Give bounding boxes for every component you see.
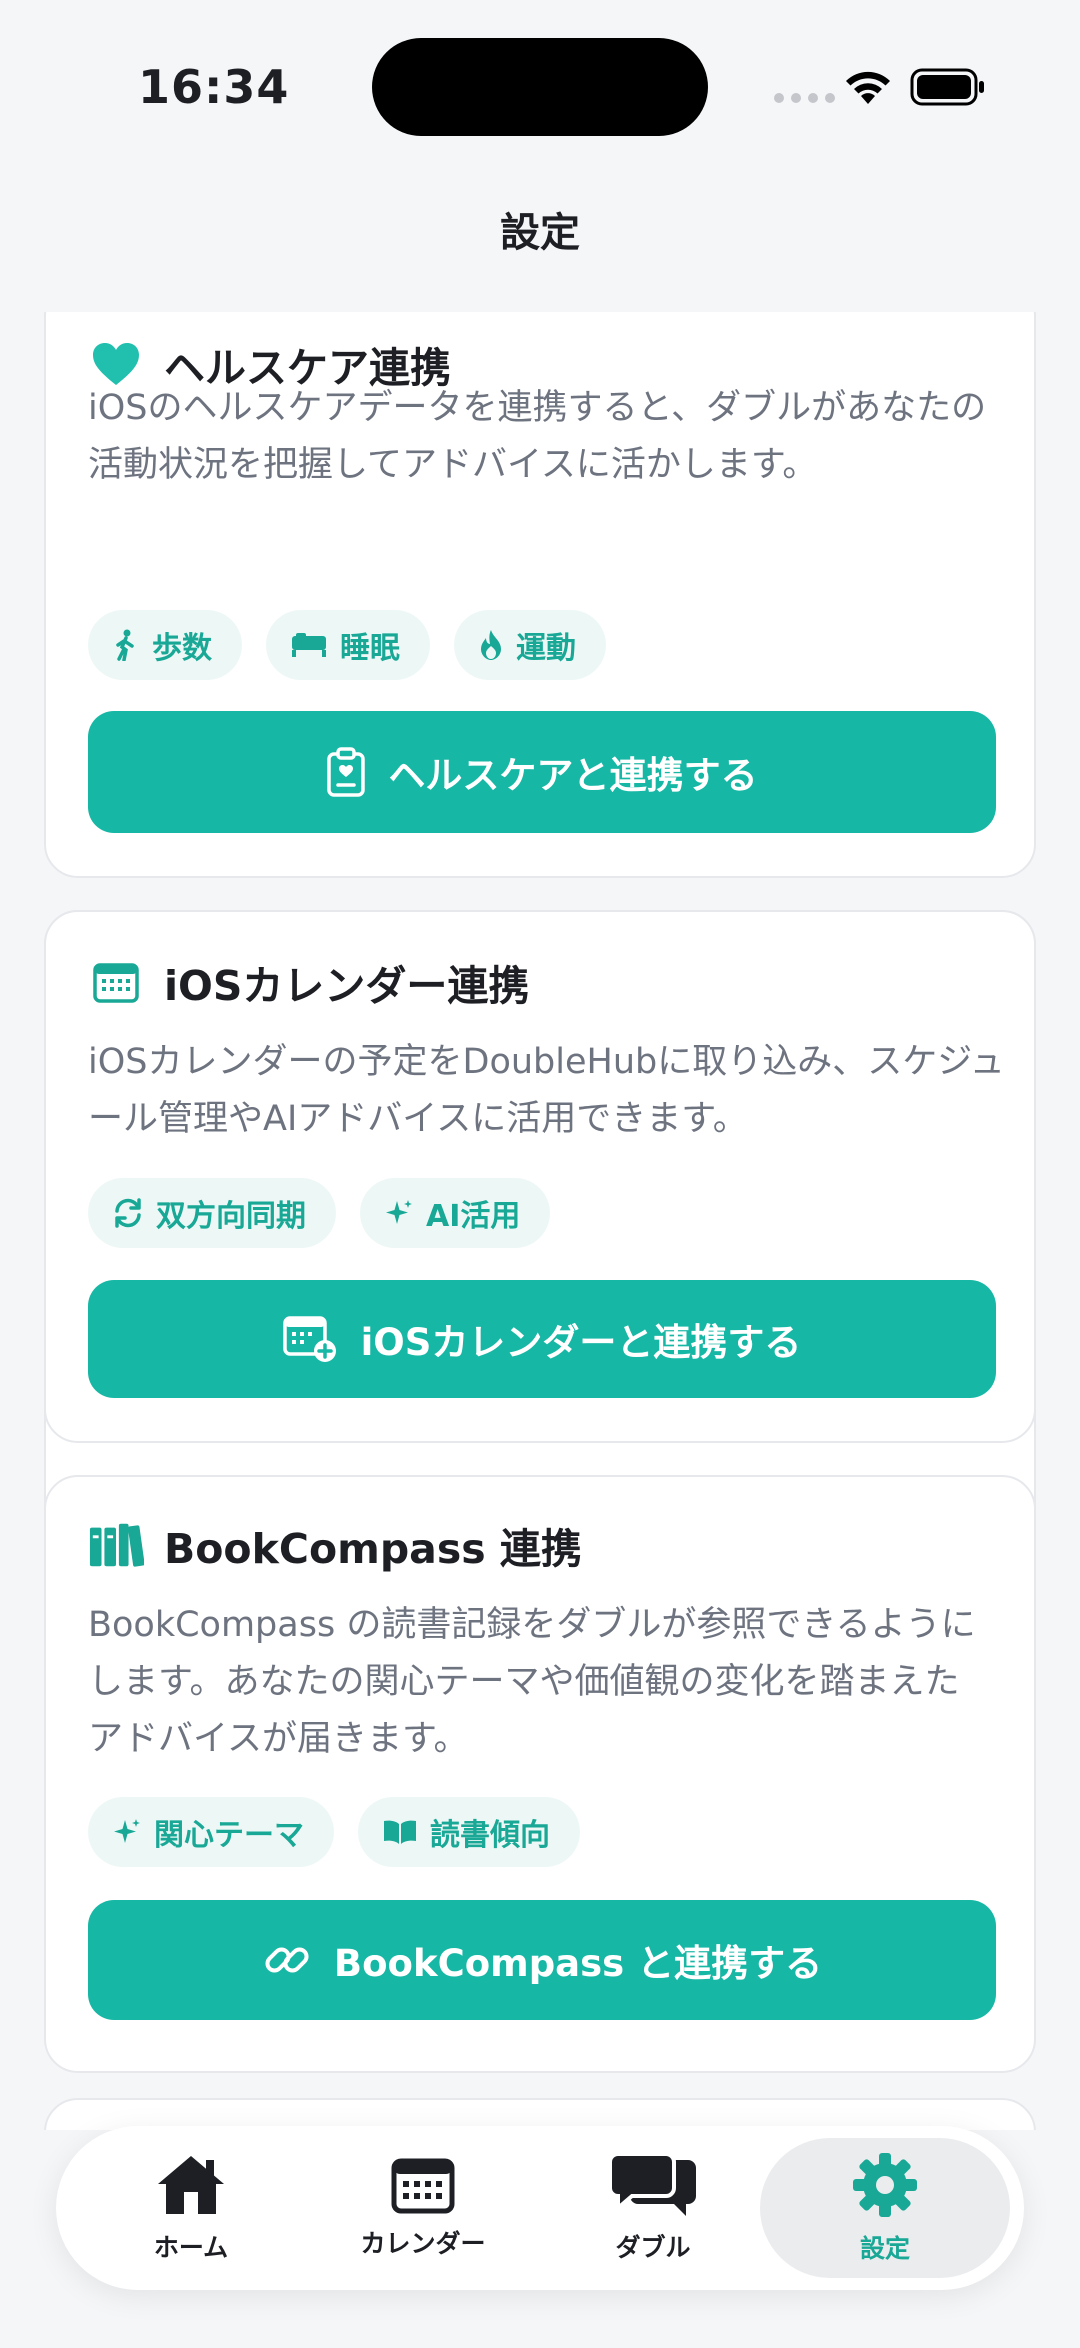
open-book-icon bbox=[384, 1820, 416, 1844]
card-description: iOSカレンダーの予定をDoubleHubに取り込み、スケジュール管理やAIアド… bbox=[88, 1042, 1005, 1139]
chip-reading-tendency: 読書傾向 bbox=[358, 1797, 580, 1867]
walking-icon bbox=[116, 629, 134, 661]
calendar-icon bbox=[88, 954, 144, 1010]
settings-scroll-area[interactable]: ヘルスケア連携 iOSのヘルスケアデータを連携すると、ダブルがあなたの活動状況を… bbox=[0, 312, 1080, 2130]
home-icon bbox=[158, 2156, 224, 2214]
chip-steps: 歩数 bbox=[88, 610, 242, 680]
bookcompass-integration-card: BookCompass 連携 BookCompass の読書記録をダブルが参照で… bbox=[44, 1475, 1036, 2073]
bottom-tab-bar: ホーム カレンダー ダブル 設定 bbox=[56, 2126, 1024, 2290]
battery-icon bbox=[910, 68, 984, 106]
card-title: iOSカレンダー連携 bbox=[164, 962, 530, 1010]
calendar-icon bbox=[391, 2158, 455, 2214]
tab-home[interactable]: ホーム bbox=[76, 2126, 306, 2290]
bed-icon bbox=[292, 633, 326, 657]
tab-calendar[interactable]: カレンダー bbox=[308, 2126, 538, 2290]
calendar-add-icon bbox=[282, 1316, 336, 1362]
health-integration-card: ヘルスケア連携 iOSのヘルスケアデータを連携すると、ダブルがあなたの活動状況を… bbox=[44, 312, 1036, 878]
connect-healthcare-button[interactable]: ヘルスケアと連携する bbox=[88, 711, 996, 833]
connect-bookcompass-button[interactable]: BookCompass と連携する bbox=[88, 1900, 996, 2020]
chat-bubbles-icon bbox=[608, 2152, 696, 2216]
chip-two-way-sync: 双方向同期 bbox=[88, 1178, 336, 1248]
status-bar: 16:34 bbox=[0, 0, 1080, 175]
chip-exercise: 運動 bbox=[454, 610, 606, 680]
status-time: 16:34 bbox=[138, 60, 290, 114]
card-description: iOSのヘルスケアデータを連携すると、ダブルがあなたの活動状況を把握してアドバイ… bbox=[88, 388, 987, 485]
dynamic-island bbox=[372, 38, 708, 136]
ios-calendar-integration-card-content: iOSカレンダー連携 iOSカレンダーの予定をDoubleHubに取り込み、スケ… bbox=[44, 910, 1036, 1443]
flame-icon bbox=[481, 630, 501, 660]
tab-double[interactable]: ダブル bbox=[538, 2126, 768, 2290]
page-title: 設定 bbox=[500, 210, 580, 256]
chip-interest-themes: 関心テーマ bbox=[88, 1797, 334, 1867]
sparkle-icon bbox=[114, 1819, 140, 1843]
sparkle-icon bbox=[386, 1200, 412, 1224]
chip-sleep: 睡眠 bbox=[266, 610, 430, 680]
wifi-icon bbox=[846, 71, 890, 104]
connect-ios-calendar-button[interactable]: iOSカレンダーと連携する bbox=[88, 1280, 996, 1398]
tab-settings[interactable]: 設定 bbox=[756, 2126, 1014, 2290]
link-icon bbox=[265, 1947, 309, 1973]
sync-icon bbox=[115, 1198, 141, 1228]
cellular-signal-icon bbox=[774, 93, 835, 103]
card-description: BookCompass の読書記録をダブルが参照できるようにします。あなたの関心… bbox=[88, 1605, 976, 1759]
books-icon bbox=[88, 1517, 144, 1573]
clipboard-health-icon bbox=[327, 747, 366, 797]
card-title: BookCompass 連携 bbox=[164, 1525, 582, 1573]
chip-ai-usage: AI活用 bbox=[360, 1178, 551, 1248]
gear-icon bbox=[853, 2153, 917, 2217]
